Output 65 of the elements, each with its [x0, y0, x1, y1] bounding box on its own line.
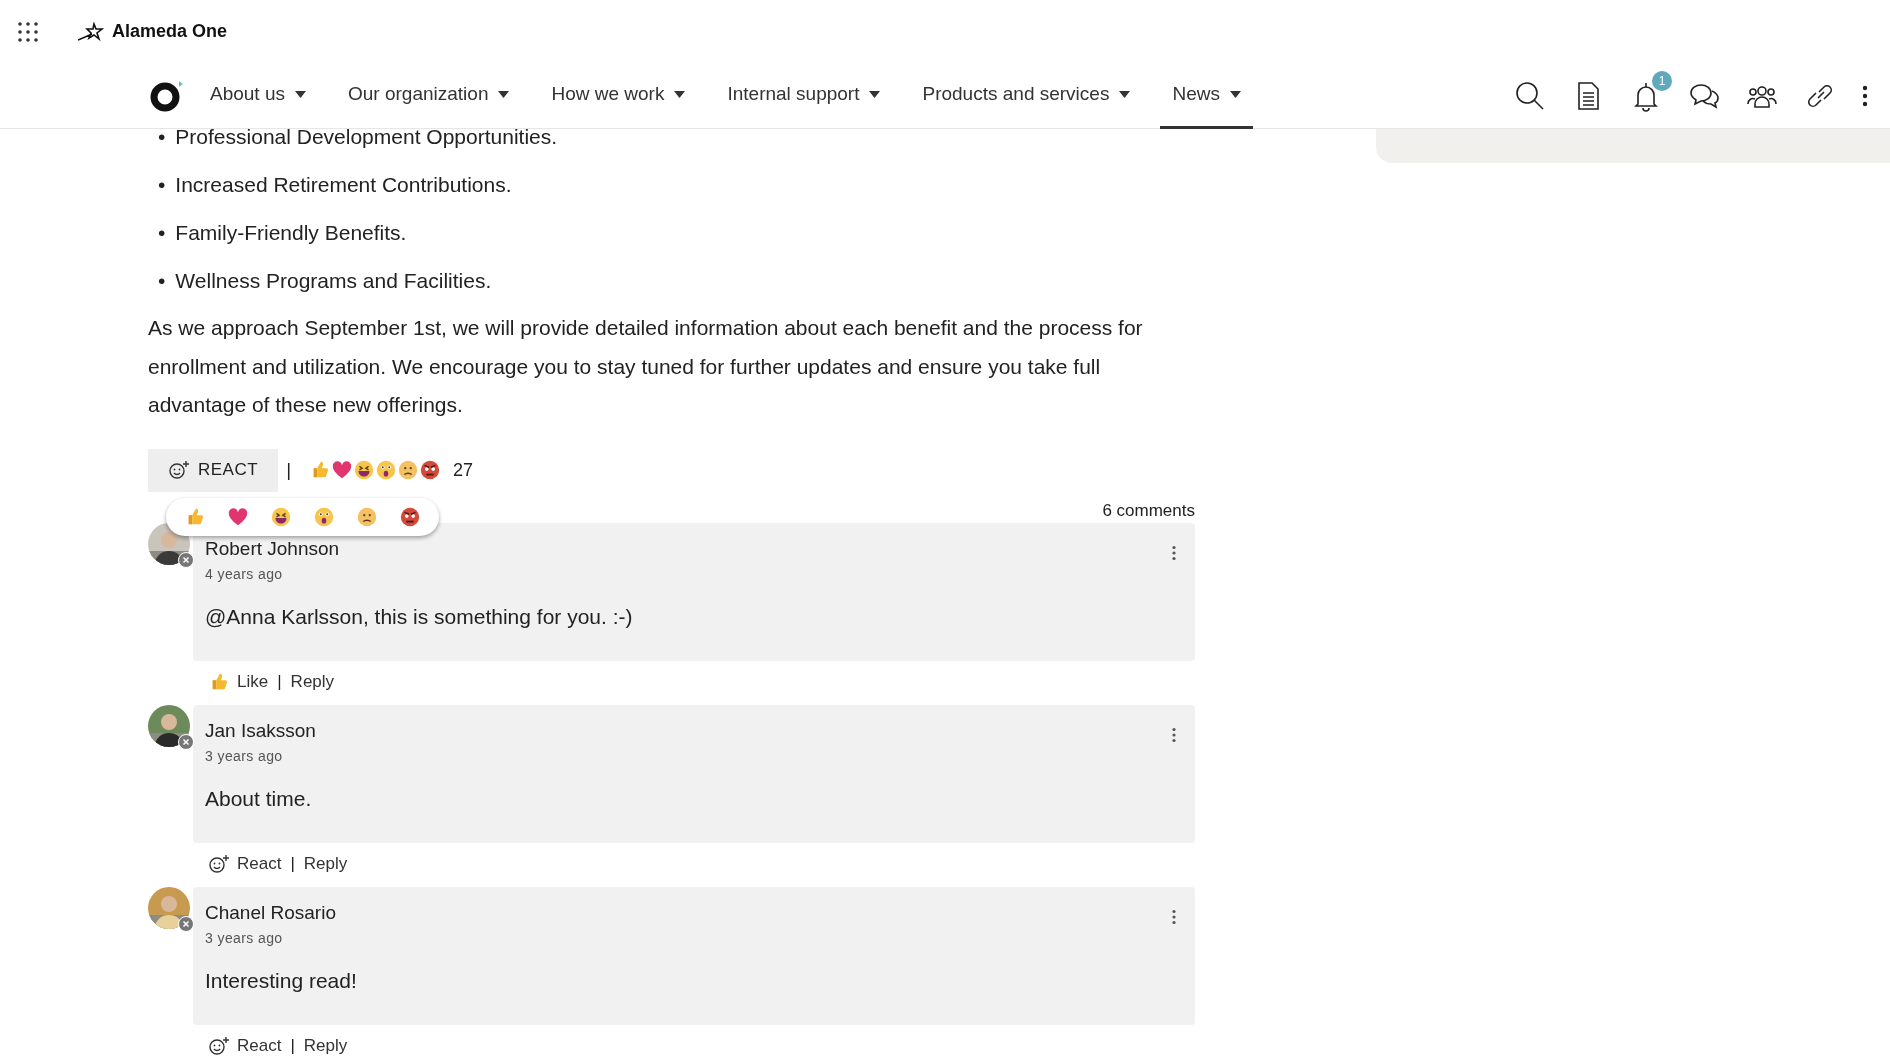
comment-time: 3 years ago: [205, 746, 284, 766]
brand-name: Alameda One: [112, 20, 228, 43]
app-launcher-icon[interactable]: [18, 21, 38, 42]
surprised-face-icon: [313, 505, 335, 528]
caret-icon: [1229, 90, 1241, 98]
bullet-marker: •: [158, 268, 166, 294]
laughing-face-icon: [270, 505, 292, 528]
separator: |: [286, 457, 292, 482]
comment-text: Interesting read!: [205, 967, 358, 994]
reaction-option[interactable]: [399, 505, 421, 528]
smiley-plus-icon: [208, 853, 230, 874]
caret-icon: [498, 90, 510, 98]
author-name: Chanel Rosario: [205, 901, 336, 925]
author-name: Jan Isaksson: [205, 719, 316, 743]
comment-time: 3 years ago: [205, 928, 284, 948]
author-name: Robert Johnson: [205, 537, 340, 561]
nav-tab[interactable]: News: [1160, 62, 1253, 129]
article-paragraph: As we approach September 1st, we will provide detailed information about each benefit and the process for enrollment and utilization. We encourage you to stay tuned for further updates and ensure you take full advantage of these new offerings.: [148, 315, 1144, 418]
smiley-plus-icon: [168, 460, 190, 480]
ring-logo-icon[interactable]: [150, 78, 184, 113]
react-button[interactable]: REACT: [148, 448, 279, 492]
separator: |: [290, 1035, 295, 1057]
caret-icon: [674, 90, 686, 98]
angry-face-icon: [419, 459, 442, 481]
nav-tab[interactable]: Internal support: [715, 62, 893, 129]
comments-count: 6 comments: [1102, 499, 1195, 522]
bullet-marker: •: [158, 172, 166, 198]
separator: |: [290, 853, 295, 875]
sad-face-icon: [356, 505, 378, 528]
x-circle-icon: [178, 916, 194, 932]
reaction-option[interactable]: [270, 505, 292, 528]
reply-button[interactable]: Reply: [290, 669, 335, 695]
comment-time: 4 years ago: [205, 564, 284, 584]
bullet-item: Family-Friendly Benefits.: [175, 220, 407, 246]
bullet-marker: •: [158, 220, 166, 246]
surprised-face-icon: [375, 459, 398, 481]
like-button[interactable]: Like: [208, 669, 269, 695]
reply-button[interactable]: Reply: [303, 851, 348, 877]
more-icon[interactable]: [1862, 84, 1868, 107]
reply-button[interactable]: Reply: [303, 1033, 348, 1059]
laughing-face-icon: [353, 459, 376, 481]
angry-face-icon: [399, 505, 421, 528]
sad-face-icon: [397, 459, 420, 481]
separator: |: [277, 671, 282, 693]
x-circle-icon: [178, 734, 194, 750]
bullet-marker: •: [158, 124, 166, 150]
nav-tab[interactable]: Products and services: [910, 62, 1143, 129]
reaction-option[interactable]: [356, 505, 378, 528]
comment-text: @Anna Karlsson, this is something for you. :-): [205, 603, 634, 630]
caret-icon: [295, 90, 306, 98]
search-icon[interactable]: [1514, 79, 1546, 112]
comment-text: About time.: [205, 785, 313, 812]
smiley-plus-icon: [208, 1035, 230, 1056]
heart-icon: [331, 459, 354, 481]
notification-badge: 1: [1652, 70, 1672, 91]
react-button[interactable]: React: [208, 1033, 282, 1059]
bullet-item: Increased Retirement Contributions.: [175, 172, 512, 198]
react-button[interactable]: React: [208, 851, 282, 877]
heart-icon: [227, 505, 249, 528]
caret-icon: [869, 90, 881, 98]
x-circle-icon: [178, 552, 194, 568]
caret-icon: [1119, 90, 1131, 98]
reaction-option[interactable]: [313, 505, 335, 528]
reaction-count: 27: [453, 458, 474, 482]
bullet-item: Wellness Programs and Facilities.: [175, 268, 492, 294]
